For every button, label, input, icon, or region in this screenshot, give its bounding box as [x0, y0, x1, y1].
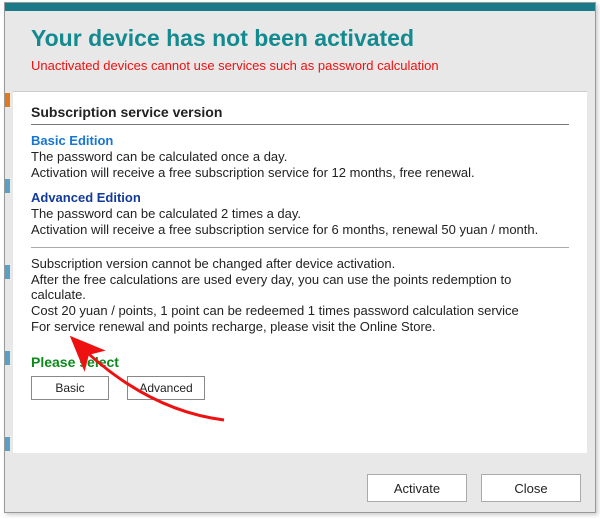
activation-dialog: Your device has not been activated Unact…: [4, 2, 596, 513]
note-3: Cost 20 yuan / points, 1 point can be re…: [31, 303, 569, 318]
edge-marker: [5, 437, 10, 451]
edge-marker: [5, 93, 10, 107]
dialog-footer: Activate Close: [367, 474, 581, 502]
advanced-edition-title: Advanced Edition: [31, 190, 569, 205]
dialog-title: Your device has not been activated: [31, 25, 573, 52]
advanced-option-button[interactable]: Advanced: [127, 376, 205, 400]
advanced-desc-1: The password can be calculated 2 times a…: [31, 206, 569, 221]
note-1: Subscription version cannot be changed a…: [31, 256, 569, 271]
section-title: Subscription service version: [31, 104, 569, 120]
divider: [31, 124, 569, 125]
close-button[interactable]: Close: [481, 474, 581, 502]
note-2: After the free calculations are used eve…: [31, 272, 569, 302]
edge-marker: [5, 265, 10, 279]
basic-desc-2: Activation will receive a free subscript…: [31, 165, 569, 180]
note-4: For service renewal and points recharge,…: [31, 319, 569, 334]
title-bar: [5, 3, 595, 11]
advanced-desc-2: Activation will receive a free subscript…: [31, 222, 569, 237]
warning-text: Unactivated devices cannot use services …: [31, 58, 573, 73]
please-select-label: Please select: [31, 354, 569, 370]
edge-marker: [5, 179, 10, 193]
dialog-header: Your device has not been activated Unact…: [5, 11, 595, 85]
basic-option-button[interactable]: Basic: [31, 376, 109, 400]
edition-options: Basic Advanced: [31, 376, 569, 400]
basic-desc-1: The password can be calculated once a da…: [31, 149, 569, 164]
divider: [31, 247, 569, 248]
activate-button[interactable]: Activate: [367, 474, 467, 502]
dialog-content: Subscription service version Basic Editi…: [13, 91, 587, 453]
edge-marker: [5, 351, 10, 365]
basic-edition-title: Basic Edition: [31, 133, 569, 148]
